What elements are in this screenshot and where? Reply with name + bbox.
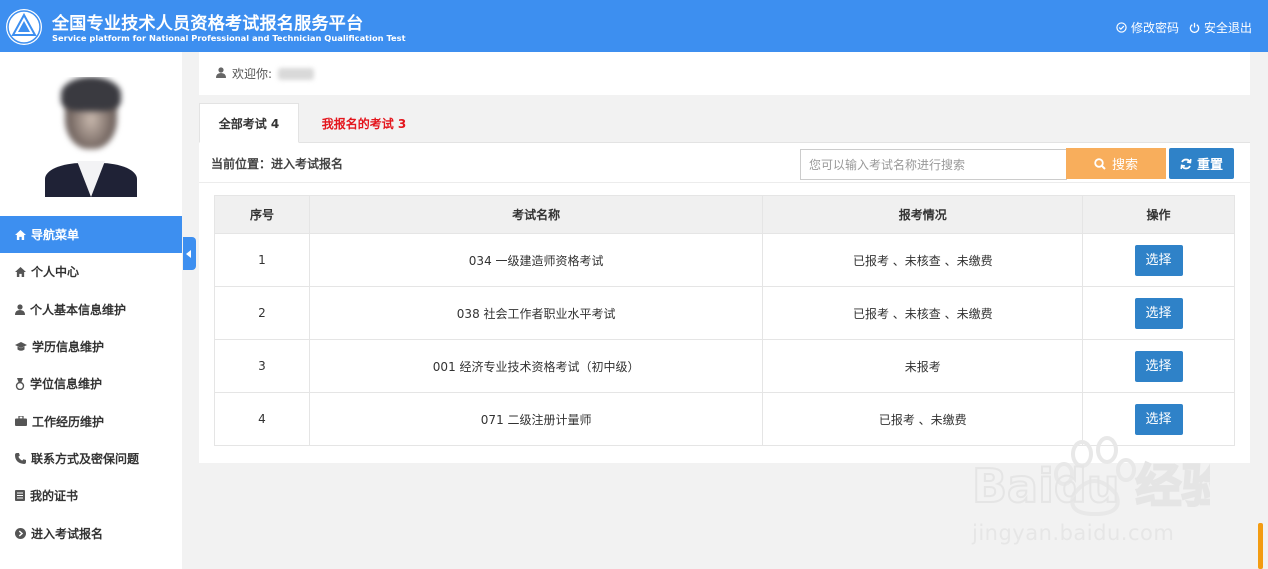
main-panel: 全部考试 4 我报名的考试 3 当前位置：进入考试报名 搜索 重置 序号 考试名… <box>199 103 1250 463</box>
sidebar-nav: 导航菜单 个人中心 个人基本信息维护 学历信息维护 学位信息维护 工作经历维护 … <box>0 216 182 552</box>
search-input[interactable] <box>800 149 1067 180</box>
sidebar-item-degree[interactable]: 学位信息维护 <box>0 365 182 402</box>
search-icon <box>1094 157 1106 170</box>
sidebar-item-certificates[interactable]: 我的证书 <box>0 477 182 514</box>
breadcrumb: 当前位置：进入考试报名 <box>211 157 344 171</box>
action-cell: 选择 <box>1082 392 1235 446</box>
search-button[interactable]: 搜索 <box>1066 148 1166 179</box>
sidebar-item-label: 联系方式及密保问题 <box>31 451 140 466</box>
home-icon <box>15 229 26 240</box>
sidebar-item-label: 进入考试报名 <box>31 526 104 541</box>
sidebar-item-education[interactable]: 学历信息维护 <box>0 328 182 365</box>
sidebar-item-label: 个人基本信息维护 <box>30 302 127 317</box>
site-subtitle: Service platform for National Profession… <box>52 33 406 43</box>
power-icon <box>1189 22 1200 33</box>
exam-name: 071 二级注册计量师 <box>308 392 764 446</box>
avatar <box>43 77 139 197</box>
graduation-cap-icon <box>15 341 27 352</box>
sidebar-item-basic-info[interactable]: 个人基本信息维护 <box>0 291 182 328</box>
welcome-bar: 欢迎你: <box>199 52 1250 95</box>
change-password-label: 修改密码 <box>1130 21 1179 35</box>
sidebar-item-label: 工作经历维护 <box>32 414 105 429</box>
reset-button[interactable]: 重置 <box>1169 148 1234 179</box>
book-icon <box>15 490 25 502</box>
column-header: 序号 <box>214 195 310 234</box>
exam-status: 未报考 <box>762 339 1084 393</box>
table-row: 4 071 二级注册计量师 已报考 、未缴费 选择 <box>214 392 1235 446</box>
choose-button[interactable]: 选择 <box>1134 297 1183 329</box>
sidebar-item-label: 学位信息维护 <box>30 377 103 392</box>
table-header-row: 序号 考试名称 报考情况 操作 <box>214 195 1235 234</box>
choose-button[interactable]: 选择 <box>1134 403 1183 435</box>
check-circle-icon <box>1116 22 1127 33</box>
exam-table: 序号 考试名称 报考情况 操作 1 034 一级建造师资格考试 已报考 、未核查… <box>214 195 1235 446</box>
scroll-indicator <box>1258 523 1263 569</box>
user-icon <box>15 304 25 315</box>
tab-all-exams[interactable]: 全部考试 4 <box>199 103 299 143</box>
tab-my-exams[interactable]: 我报名的考试 3 <box>299 103 429 143</box>
exam-tabs: 全部考试 4 我报名的考试 3 <box>199 103 1250 143</box>
watermark-brand: Baidu 经验 <box>972 459 1210 513</box>
logout-label: 安全退出 <box>1203 21 1252 35</box>
sidebar-item-exam-signup[interactable]: 进入考试报名 <box>0 514 182 551</box>
logout-link[interactable]: 安全退出 <box>1189 19 1252 36</box>
user-icon <box>216 66 226 81</box>
briefcase-icon <box>15 416 27 427</box>
search-button-label: 搜索 <box>1111 158 1138 173</box>
sidebar-item-contact[interactable]: 联系方式及密保问题 <box>0 440 182 477</box>
watermark-url: jingyan.baidu.com <box>972 521 1175 545</box>
action-cell: 选择 <box>1082 286 1235 340</box>
sidebar-item-personal-center[interactable]: 个人中心 <box>0 253 182 290</box>
exam-status: 已报考 、未核查 、未缴费 <box>762 233 1084 287</box>
welcome-label: 欢迎你: <box>232 67 273 81</box>
exam-status: 已报考 、未缴费 <box>762 392 1084 446</box>
exam-name: 001 经济专业技术资格考试（初中级） <box>308 339 764 393</box>
reset-button-label: 重置 <box>1196 158 1223 173</box>
sidebar: 导航菜单 个人中心 个人基本信息维护 学历信息维护 学位信息维护 工作经历维护 … <box>0 52 182 569</box>
arrow-circle-icon <box>15 527 26 539</box>
top-header: 全国专业技术人员资格考试报名服务平台 Service platform for … <box>0 0 1268 52</box>
table-row: 3 001 经济专业技术资格考试（初中级） 未报考 选择 <box>214 339 1235 393</box>
medal-icon <box>15 377 25 390</box>
row-number: 2 <box>214 286 310 340</box>
action-cell: 选择 <box>1082 233 1235 287</box>
change-password-link[interactable]: 修改密码 <box>1116 19 1179 36</box>
sidebar-item-work-history[interactable]: 工作经历维护 <box>0 402 182 439</box>
column-header: 操作 <box>1082 195 1235 234</box>
table-row: 2 038 社会工作者职业水平考试 已报考 、未核查 、未缴费 选择 <box>214 286 1235 340</box>
toolbar: 当前位置：进入考试报名 搜索 重置 <box>199 143 1250 183</box>
exam-name: 038 社会工作者职业水平考试 <box>308 286 764 340</box>
action-cell: 选择 <box>1082 339 1235 393</box>
row-number: 3 <box>214 339 310 393</box>
exam-name: 034 一级建造师资格考试 <box>308 233 764 287</box>
sidebar-item-label: 导航菜单 <box>31 228 80 243</box>
sidebar-collapse-toggle[interactable] <box>183 237 196 270</box>
sidebar-item-nav-menu[interactable]: 导航菜单 <box>0 216 182 254</box>
home-icon <box>15 266 26 277</box>
sidebar-item-label: 个人中心 <box>31 265 80 280</box>
choose-button[interactable]: 选择 <box>1134 350 1183 382</box>
choose-button[interactable]: 选择 <box>1134 244 1183 276</box>
site-title: 全国专业技术人员资格考试报名服务平台 <box>52 14 364 34</box>
column-header: 报考情况 <box>762 195 1084 234</box>
column-header: 考试名称 <box>308 195 764 234</box>
exam-status: 已报考 、未核查 、未缴费 <box>762 286 1084 340</box>
sidebar-item-label: 我的证书 <box>30 489 79 504</box>
refresh-icon <box>1180 158 1192 170</box>
row-number: 1 <box>214 233 310 287</box>
username-blurred <box>278 67 315 80</box>
sidebar-item-label: 学历信息维护 <box>32 340 105 355</box>
phone-icon <box>15 452 26 464</box>
table-row: 1 034 一级建造师资格考试 已报考 、未核查 、未缴费 选择 <box>214 233 1235 287</box>
row-number: 4 <box>214 392 310 446</box>
platform-logo <box>6 9 42 45</box>
